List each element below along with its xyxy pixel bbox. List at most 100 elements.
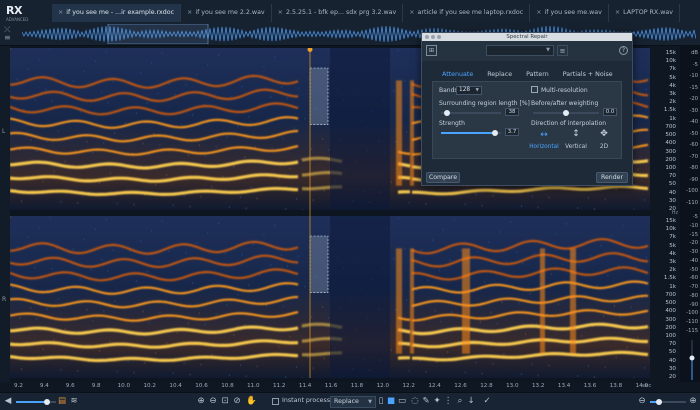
frequency-tick-label: 70 xyxy=(668,173,676,180)
overview-controls[interactable]: ⤫ ≡ xyxy=(4,26,18,42)
spectrogram-channel-right[interactable] xyxy=(10,216,650,378)
time-tick-label: 10.8 xyxy=(221,383,234,389)
surrounding-length-value[interactable]: 38 xyxy=(505,108,519,116)
db-tick-label: -70 xyxy=(689,284,698,291)
db-tick-label: -15 xyxy=(689,84,698,91)
time-select-icon[interactable]: ▯ xyxy=(376,396,386,407)
frequency-tick-label: 700 xyxy=(665,291,676,298)
frequency-scale: 15k 10k 7k 5k 4k 3k 2k 1.5k 1k 700 500 400 300 200 100… xyxy=(650,46,680,382)
vertical-zoom-slider[interactable] xyxy=(688,338,696,382)
multi-resolution-checkbox[interactable] xyxy=(531,86,538,93)
render-button[interactable]: Render xyxy=(596,172,628,183)
meter-icon[interactable]: ▤ xyxy=(57,396,67,407)
close-tab-icon[interactable]: × xyxy=(187,9,192,16)
db-tick-label: -90 xyxy=(689,176,698,183)
surrounding-length-knob[interactable] xyxy=(444,110,450,116)
dialog-tab[interactable]: Replace xyxy=(480,69,519,81)
close-tab-icon[interactable]: × xyxy=(409,9,414,16)
dialog-titlebar[interactable]: Spectral Repair xyxy=(422,33,632,41)
find-similar-icon[interactable]: ⌕ xyxy=(455,396,465,407)
close-tab-icon[interactable]: × xyxy=(278,9,283,16)
strength-knob[interactable] xyxy=(492,130,498,136)
frequency-tick-label: 30 xyxy=(668,197,676,204)
grab-icon[interactable]: ✋ xyxy=(246,396,257,407)
frequency-tick-label: 500 xyxy=(665,300,676,307)
frequency-select-icon[interactable]: ▭ xyxy=(397,396,407,407)
speaker-icon[interactable]: ◀ xyxy=(3,396,13,407)
db-tick-label: -10 xyxy=(689,73,698,80)
dialog-tab[interactable]: Pattern xyxy=(519,69,556,81)
brush-icon[interactable]: ✎ xyxy=(421,396,431,407)
file-tab[interactable]: × article if you see me laptop.rxdoc xyxy=(403,4,531,22)
zoom-out-icon[interactable]: ⊖ xyxy=(208,396,218,407)
time-tick-label: 9.6 xyxy=(65,383,75,389)
time-frequency-select-icon[interactable]: ■ xyxy=(386,396,396,407)
lasso-icon[interactable]: ◌ xyxy=(410,396,420,407)
time-tick-label: 11.0 xyxy=(247,383,260,389)
zoom-fit-icon[interactable]: ⊘ xyxy=(232,396,242,407)
frequency-tick-label: 40 xyxy=(668,189,676,196)
horizontal-arrow-icon[interactable]: ↔ xyxy=(537,130,551,140)
db-tick-label: -80 xyxy=(689,292,698,299)
frequency-tick-label: 4k xyxy=(669,250,676,257)
file-tab[interactable]: × if you see me.wav xyxy=(530,4,609,22)
dialog-tab[interactable]: Attenuate xyxy=(435,69,480,81)
horizontal-zoom-out-icon[interactable]: ⊖ xyxy=(637,396,647,407)
db-tick-label: -100 xyxy=(686,188,698,195)
playhead-tool-icon[interactable]: ↓ xyxy=(466,396,476,407)
instant-process-checkbox[interactable] xyxy=(272,398,279,405)
expand-icon[interactable]: ≡ xyxy=(4,34,18,42)
dialog-tab[interactable]: Partials + Noise xyxy=(556,69,620,81)
vertical-arrow-icon[interactable]: ↕ xyxy=(569,129,583,139)
weighting-value[interactable]: 0.0 xyxy=(603,108,617,116)
preset-select[interactable]: ▼ xyxy=(486,45,554,56)
db-tick-label: -60 xyxy=(689,275,698,282)
file-tab-label: article if you see me laptop.rxdoc xyxy=(417,9,524,16)
close-tab-icon[interactable]: × xyxy=(536,9,541,16)
spectral-selection[interactable] xyxy=(309,235,329,294)
2d-arrow-icon[interactable]: ✥ xyxy=(597,129,611,139)
dialog-title: Spectral Repair xyxy=(506,34,548,40)
time-tick-label: 12.0 xyxy=(376,383,390,389)
frequency-tick-label: 30 xyxy=(668,365,676,372)
file-tab[interactable]: × if you see me - ...ir example.rxdoc xyxy=(52,4,182,22)
instant-process-mode-select[interactable]: Replace ▼ xyxy=(330,396,376,408)
magic-wand-icon[interactable]: ✦ xyxy=(432,396,442,407)
zoom-in-icon[interactable]: ⊕ xyxy=(196,396,206,407)
surrounding-length-slider[interactable] xyxy=(441,112,501,114)
file-tab-label: if you see me - ...ir example.rxdoc xyxy=(66,9,175,16)
help-icon[interactable]: ? xyxy=(619,46,628,55)
pencil-tool-icon[interactable]: ✓ xyxy=(482,396,492,407)
logo-text: RX xyxy=(6,4,22,17)
file-tab-label: 2.5.25.1 - bfk ep... sdx prg 3.2.wav xyxy=(285,9,397,16)
file-tab[interactable]: × LAPTOP RX.wav xyxy=(609,4,680,22)
time-tick-label: 9.4 xyxy=(39,383,49,389)
close-tab-icon[interactable]: × xyxy=(615,9,620,16)
module-icon[interactable]: ⊞ xyxy=(426,45,437,56)
close-tab-icon[interactable]: × xyxy=(58,9,63,16)
direction-2d-label[interactable]: 2D xyxy=(589,144,619,150)
db-tick-label: -40 xyxy=(689,257,698,264)
horizontal-zoom-knob[interactable] xyxy=(656,399,662,405)
surrounding-length-label: Surrounding region length [%] xyxy=(439,100,530,107)
strength-value[interactable]: 3.7 xyxy=(505,128,519,136)
volume-slider-knob[interactable] xyxy=(44,399,50,405)
direction-horizontal-label[interactable]: Horizontal xyxy=(529,144,559,150)
file-tab[interactable]: × if you see me 2.2.wav xyxy=(181,4,272,22)
compare-button[interactable]: Compare xyxy=(426,172,460,183)
weighting-label: Before/after weighting xyxy=(531,100,599,107)
frequency-tick-label: 1.5k xyxy=(663,275,676,282)
spectral-selection[interactable] xyxy=(309,67,329,126)
time-tick-label: 10.4 xyxy=(169,383,182,389)
preset-menu-icon[interactable]: ≡ xyxy=(557,45,568,56)
bands-select[interactable]: 128 ▼ xyxy=(456,86,482,95)
spectrum-settings-icon[interactable]: ≋ xyxy=(69,396,79,407)
file-tab[interactable]: × 2.5.25.1 - bfk ep... sdx prg 3.2.wav xyxy=(272,4,404,22)
harmonic-select-icon[interactable]: ⋮ xyxy=(443,396,453,407)
horizontal-zoom-in-icon[interactable]: ⊕ xyxy=(688,396,698,407)
weighting-knob[interactable] xyxy=(563,110,569,116)
direction-vertical-label[interactable]: Vertical xyxy=(561,144,591,150)
db-tick-label: -110 xyxy=(686,319,698,326)
frequency-tick-label: 400 xyxy=(665,308,676,315)
zoom-selection-icon[interactable]: ⊡ xyxy=(220,396,230,407)
